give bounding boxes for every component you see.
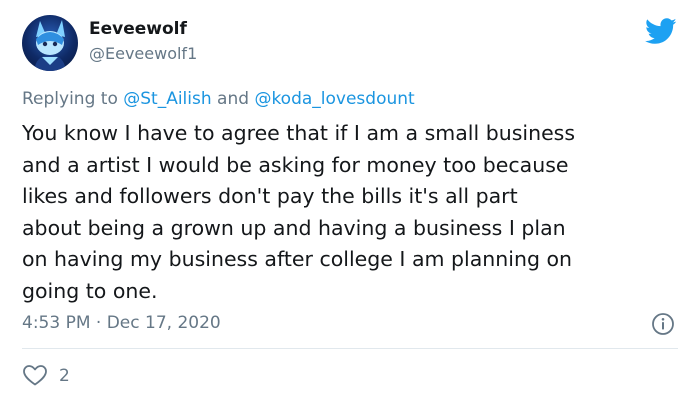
replying-to-label: Replying to — [22, 89, 124, 109]
like-count: 2 — [59, 366, 70, 386]
info-icon[interactable] — [651, 312, 675, 336]
mention-link[interactable]: @koda_lovesdount — [254, 89, 414, 109]
tweet-text-line: going to one. — [22, 278, 158, 303]
replying-to-line: Replying to @St_Ailish and @koda_lovesdo… — [22, 89, 415, 109]
heart-icon[interactable] — [22, 363, 48, 387]
divider — [22, 348, 678, 349]
user-handle[interactable]: @Eeveewolf1 — [89, 44, 197, 63]
tweet-text-line: You know I have to agree that if I am a … — [22, 121, 576, 145]
replying-to-conjunction: and — [211, 89, 255, 109]
tweet-text-line: on having my business after college I am… — [22, 247, 573, 271]
tweet-text-line: likes and followers don't pay the bills … — [22, 184, 518, 208]
avatar-image — [34, 20, 66, 71]
tweet-text-line: and a artist I would be asking for money… — [22, 152, 569, 177]
tweet-timestamp[interactable]: 4:53 PM · Dec 17, 2020 — [22, 313, 221, 333]
avatar[interactable] — [22, 15, 78, 71]
display-name[interactable]: Eeveewolf — [89, 19, 187, 39]
tweet-text-line: about being a grown up and having a busi… — [22, 215, 566, 240]
twitter-bird-icon[interactable] — [645, 18, 677, 45]
tweet-card: Eeveewolf @Eeveewolf1 Replying to @St_Ai… — [0, 0, 700, 402]
tweet-text: You know I have to agree that if I am a … — [22, 118, 682, 307]
mention-link[interactable]: @St_Ailish — [123, 89, 211, 109]
